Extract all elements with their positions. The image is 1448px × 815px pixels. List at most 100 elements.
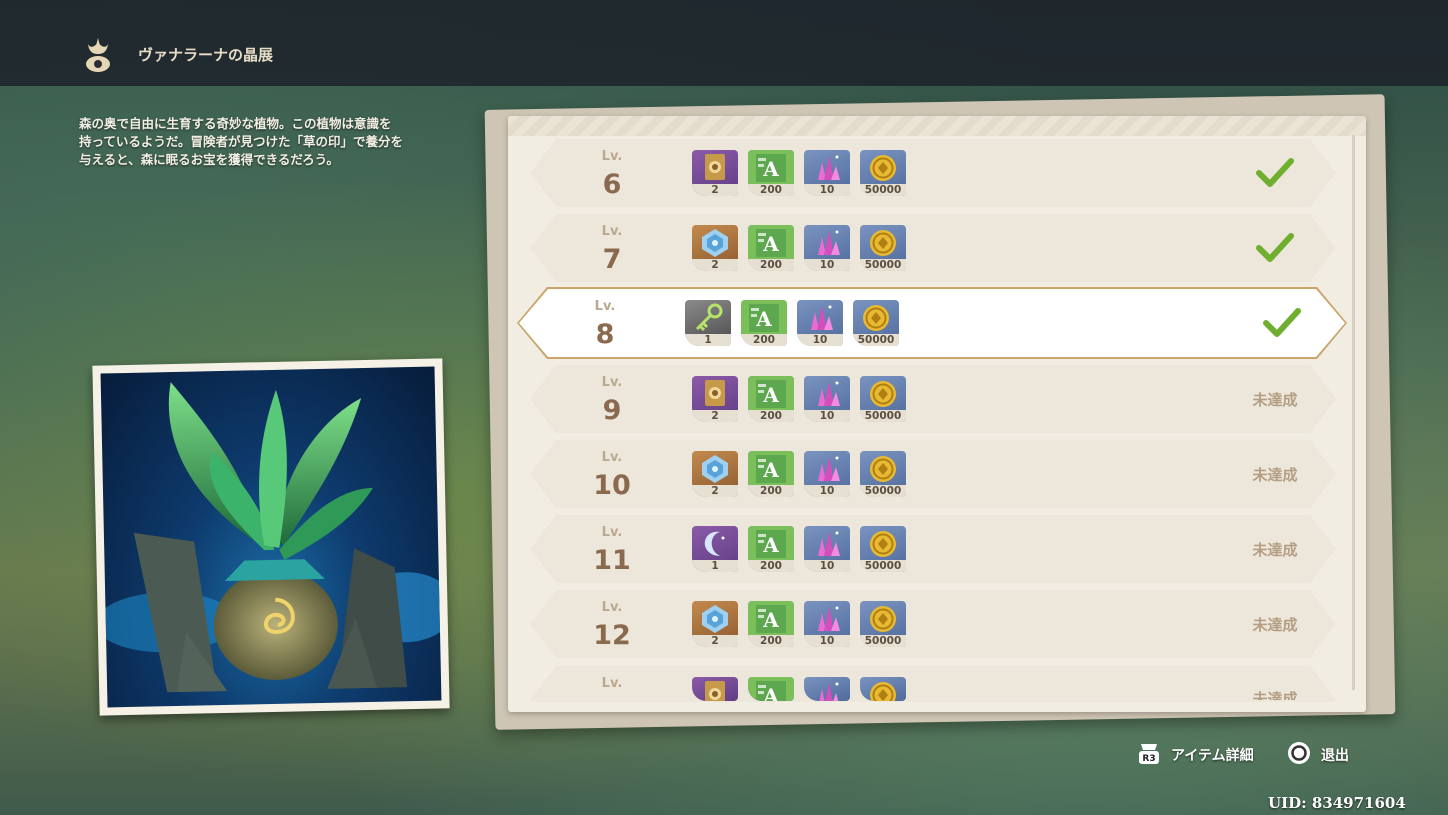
hero-wit-icon: A [741,300,787,334]
level-label: Lv. [601,676,623,691]
item-count: 50000 [860,410,906,422]
reward-item-mora[interactable]: 50000 [860,601,906,647]
item-count: 1 [692,560,738,572]
hero-wit-icon: A [748,451,794,485]
status-not-achieved: 未達成 [1252,466,1298,484]
item-count: 10 [804,560,850,572]
mora-icon [870,531,896,557]
reward-item-crystal[interactable] [804,677,850,701]
reward-item-namecard[interactable] [692,677,738,701]
level-number: 6 [602,169,622,200]
reward-item-mora[interactable]: 50000 [860,526,906,572]
item-count: 10 [804,184,850,196]
reward-item-mora[interactable]: 50000 [860,225,906,271]
level-label: Lv. [601,525,623,540]
reward-item-namecard[interactable]: 2 [692,376,738,422]
mora-icon [870,606,896,632]
item-count: 50000 [860,184,906,196]
reward-item-crystal[interactable]: 10 [804,601,850,647]
item-detail-button[interactable]: アイテム詳細 [1171,745,1254,765]
namecard-icon [705,380,725,406]
reward-item-crystal[interactable]: 10 [797,300,843,346]
hero-wit-icon: A [748,677,794,701]
gem-icon [702,229,728,257]
reward-item-hero-wit[interactable]: A 200 [741,300,787,346]
reward-item-crystal[interactable]: 10 [804,451,850,497]
reward-item-gem[interactable]: 2 [692,601,738,647]
reward-item-namecard[interactable]: 2 [692,150,738,196]
hero-wit-icon: A [748,601,794,635]
crystal-icon [818,531,840,556]
reward-item-key[interactable]: 1 [685,300,731,346]
item-count: 200 [748,485,794,497]
scrollbar[interactable] [1352,135,1355,690]
reward-item-mora[interactable]: 50000 [860,451,906,497]
reward-item-hero-wit[interactable]: A 200 [748,150,794,196]
reward-item-mora[interactable]: 50000 [853,300,899,346]
reward-item-crystal[interactable]: 10 [804,376,850,422]
reward-row-level-6[interactable] [530,139,1336,207]
reward-item-mora[interactable] [860,677,906,701]
level-number: 11 [593,545,631,576]
item-count: 10 [804,635,850,647]
reward-item-hero-wit[interactable]: A [748,677,794,701]
item-count: 50000 [860,635,906,647]
reward-row-level-next[interactable] [530,666,1336,702]
item-count: 2 [692,410,738,422]
reward-row-level-8[interactable] [517,287,1347,359]
description-text: 森の奥で自由に生育する奇妙な植物。この植物は意識を 持っているようだ。冒険者が見… [79,116,404,167]
level-number: 8 [595,319,615,350]
status-not-achieved: 未達成 [1252,616,1298,634]
moon-icon [704,531,725,556]
reward-item-hero-wit[interactable]: A 200 [748,376,794,422]
reward-item-crystal[interactable]: 10 [804,150,850,196]
reward-item-moon[interactable]: 1 [692,526,738,572]
mora-icon [870,155,896,181]
item-count: 10 [804,410,850,422]
gem-icon [702,605,728,633]
reward-row-level-7[interactable] [530,214,1336,282]
item-count: 50000 [860,259,906,271]
item-count: 1 [685,334,731,346]
item-count: 200 [748,184,794,196]
reward-item-hero-wit[interactable]: A 200 [748,526,794,572]
circle-button-icon [1288,742,1310,764]
uid-label: UID: 834971604 [1268,794,1406,812]
level-number: 9 [602,395,622,426]
reward-row-level-9[interactable] [530,365,1336,433]
item-count: 2 [692,635,738,647]
reward-item-mora[interactable]: 50000 [860,376,906,422]
reward-item-gem[interactable]: 2 [692,451,738,497]
hero-wit-icon: A [748,376,794,410]
namecard-icon [705,154,725,180]
item-count: 10 [804,259,850,271]
reward-item-hero-wit[interactable]: A 200 [748,601,794,647]
reward-row-level-12[interactable] [530,590,1336,658]
status-not-achieved: 未達成 [1252,391,1298,409]
reward-item-hero-wit[interactable]: A 200 [748,225,794,271]
reward-item-gem[interactable]: 2 [692,225,738,271]
crystal-icon [819,682,839,701]
exit-button[interactable]: 退出 [1321,745,1349,765]
mora-icon [863,305,889,331]
crystal-icon [818,606,840,631]
level-label: Lv. [601,149,623,164]
panel-pattern [508,116,1366,136]
reward-item-crystal[interactable]: 10 [804,225,850,271]
mora-icon [870,682,896,701]
level-label: Lv. [601,450,623,465]
reward-item-crystal[interactable]: 10 [804,526,850,572]
reward-row-level-10[interactable] [530,440,1336,508]
level-number: 7 [602,244,622,275]
reward-item-mora[interactable]: 50000 [860,150,906,196]
sumeru-rose-plant-illustration [100,382,442,693]
level-label: Lv. [601,224,623,239]
row-highlight-fill [519,289,1345,357]
hero-wit-icon: A [748,150,794,184]
item-count: 10 [804,485,850,497]
item-count: 200 [748,635,794,647]
tree-emblem-icon [86,38,110,72]
reward-item-hero-wit[interactable]: A 200 [748,451,794,497]
reward-row-level-11[interactable] [530,515,1336,583]
crystal-icon [811,305,833,330]
